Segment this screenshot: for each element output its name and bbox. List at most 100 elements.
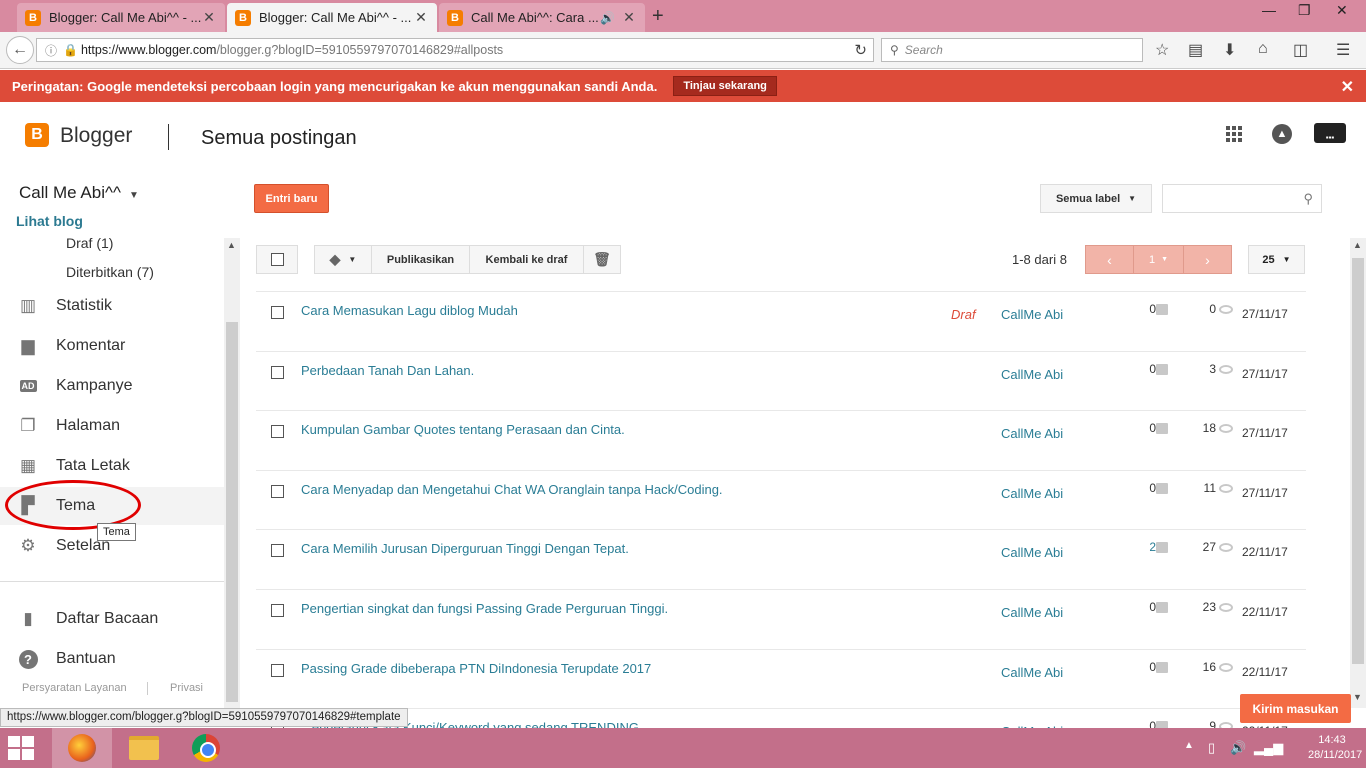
reader-list-icon[interactable]: ▤ [1188,40,1203,60]
restore-icon[interactable]: ❐ [1298,2,1311,19]
post-author-link[interactable]: CallMe Abi [1001,665,1063,680]
sidebar-item-layout[interactable]: ▦ Tata Letak [0,447,224,485]
row-checkbox[interactable] [271,306,284,319]
battery-icon[interactable]: ▯ [1208,740,1215,756]
checkbox[interactable] [270,253,284,266]
browser-tab-3[interactable]: B Call Me Abi^^: Cara ... 🔊 ✕ [439,3,645,32]
sidebar-sub-item-published[interactable]: Diterbitkan (7) [66,264,154,280]
label-action-button[interactable]: ◆ ▼ [314,245,372,274]
url-bar[interactable]: ⓘ 🔒 https://www.blogger.com/blogger.g?bl… [36,38,874,62]
apps-grid-icon[interactable] [1226,126,1242,142]
comment-count[interactable]: 2 [1142,540,1156,554]
post-title-link[interactable]: Passing Grade dibeberapa PTN DiIndonesia… [301,661,651,676]
sidebar-item-campaigns[interactable]: AD Kampanye [0,367,224,405]
blogger-logo-icon[interactable]: B [25,123,49,147]
send-feedback-button[interactable]: Kirim masukan [1240,694,1351,723]
view-blog-link[interactable]: Lihat blog [16,213,83,229]
menu-icon[interactable]: ☰ [1336,40,1350,60]
revert-to-draft-button[interactable]: Kembali ke draf [469,245,584,274]
sidebar-item-help[interactable]: ? Bantuan [0,640,224,678]
row-checkbox[interactable] [271,365,284,379]
post-author-link[interactable]: CallMe Abi [1001,486,1063,501]
scroll-down-icon[interactable]: ▼ [1353,692,1362,702]
tray-expand-icon[interactable]: ▲ [1184,740,1194,751]
sidebar-sub-item-draft[interactable]: Draf (1) [66,235,113,251]
bookmark-star-icon[interactable]: ☆ [1155,40,1169,60]
row-checkbox[interactable] [271,544,284,558]
terms-link[interactable]: Persyaratan Layanan [22,682,127,694]
taskbar-chrome[interactable] [176,728,236,768]
table-row[interactable]: Cara Memilih Jurusan Diperguruan Tinggi … [256,529,1306,589]
speaker-icon[interactable]: 🔊 [600,11,615,25]
post-title-link[interactable]: Perbedaan Tanah Dan Lahan. [301,363,474,378]
page-number-dropdown[interactable]: 1 ▼ [1133,245,1184,274]
delete-button[interactable]: 🗑 [583,245,621,274]
scroll-up-icon[interactable]: ▲ [227,240,236,250]
post-author-link[interactable]: CallMe Abi [1001,605,1063,620]
avatar[interactable]: ▪▪▪ [1314,123,1346,143]
review-now-button[interactable]: Tinjau sekarang [673,76,777,96]
lock-icon[interactable]: 🔒 [63,43,78,57]
publish-button[interactable]: Publikasikan [371,245,470,274]
post-author-link[interactable]: CallMe Abi [1001,426,1063,441]
close-icon[interactable]: ✕ [621,9,637,26]
window-close-icon[interactable]: ✕ [1336,2,1348,19]
close-icon[interactable]: ✕ [413,9,429,26]
back-icon[interactable]: ← [6,36,34,64]
table-row[interactable]: Passing Grade dibeberapa PTN DiIndonesia… [256,648,1306,709]
table-row[interactable]: Cara Menyadap dan Mengetahui Chat WA Ora… [256,469,1306,530]
table-row[interactable]: Pengertian singkat dan fungsi Passing Gr… [256,588,1306,649]
sidebar-item-comments[interactable]: ▆ Komentar [0,327,224,365]
reload-icon[interactable]: ↻ [854,41,867,59]
clock[interactable]: 14:43 28/11/2017 [1308,733,1362,763]
post-title-link[interactable]: Kumpulan Gambar Quotes tentang Perasaan … [301,422,625,437]
main-scrollbar[interactable]: ▲ ▼ [1350,238,1366,708]
privacy-link[interactable]: Privasi [170,682,203,694]
windows-start-icon[interactable] [8,736,36,760]
browser-tab-2[interactable]: B Blogger: Call Me Abi^^ - ... ✕ [227,3,437,32]
prev-page-button[interactable]: ‹ [1085,245,1134,274]
sidebar-item-reading-list[interactable]: ▮ Daftar Bacaan [0,600,224,638]
download-icon[interactable]: ⬇ [1223,40,1236,60]
notification-bell-icon[interactable]: ▲ [1272,124,1292,144]
taskbar-firefox[interactable] [52,728,112,768]
scroll-up-icon[interactable]: ▲ [1353,240,1362,250]
row-checkbox[interactable] [271,425,284,439]
scrollbar-thumb[interactable] [1352,258,1364,664]
row-checkbox[interactable] [271,484,284,498]
taskbar-file-explorer[interactable] [114,728,174,768]
row-checkbox[interactable] [271,663,284,677]
brand-name[interactable]: Blogger [60,124,132,148]
next-page-button[interactable]: › [1183,245,1232,274]
row-checkbox[interactable] [271,603,284,617]
table-row[interactable]: Cara Memasukan Lagu diblog Mudah Draf Call… [256,291,1306,351]
post-title-link[interactable]: Cara Menyadap dan Mengetahui Chat WA Ora… [301,482,723,497]
post-author-link[interactable]: CallMe Abi [1001,367,1063,382]
label-filter-dropdown[interactable]: Semua label ▼ [1040,184,1152,213]
browser-tab-1[interactable]: B Blogger: Call Me Abi^^ - ... ✕ [17,3,225,32]
home-icon[interactable]: ⌂ [1258,40,1268,58]
new-tab-icon[interactable]: + [652,5,664,28]
post-title-link[interactable]: Pengertian singkat dan fungsi Passing Gr… [301,601,668,616]
new-post-button[interactable]: Entri baru [254,184,329,213]
post-author-link[interactable]: CallMe Abi [1001,307,1063,322]
table-row[interactable]: Kumpulan Gambar Quotes tentang Perasaan … [256,410,1306,470]
scrollbar-thumb[interactable] [226,322,238,702]
close-icon[interactable]: ✕ [201,9,217,26]
close-icon[interactable]: ✕ [1341,77,1354,97]
sidebar-item-stats[interactable]: ▥ Statistik [0,287,224,325]
blog-selector[interactable]: Call Me Abi^^ ▼ [19,183,139,203]
sidebar-item-pages[interactable]: ❐ Halaman [0,407,224,445]
post-title-link[interactable]: Cara Memilih Jurusan Diperguruan Tinggi … [301,541,629,556]
table-row[interactable]: Perbedaan Tanah Dan Lahan. CallMe Abi 0 3 27… [256,350,1306,411]
pocket-icon[interactable]: ◫ [1293,40,1308,60]
select-all-checkbox[interactable] [256,245,298,274]
post-title-link[interactable]: Cara Memasukan Lagu diblog Mudah [301,303,518,318]
browser-search-input[interactable]: ⚲ Search [881,38,1143,62]
per-page-dropdown[interactable]: 25 ▼ [1248,245,1305,274]
info-icon[interactable]: ⓘ [45,42,57,59]
post-author-link[interactable]: CallMe Abi [1001,545,1063,560]
post-search-input[interactable]: ⚲ [1162,184,1322,213]
sidebar-scrollbar[interactable]: ▲ [224,238,240,708]
minimize-icon[interactable]: — [1262,2,1276,18]
